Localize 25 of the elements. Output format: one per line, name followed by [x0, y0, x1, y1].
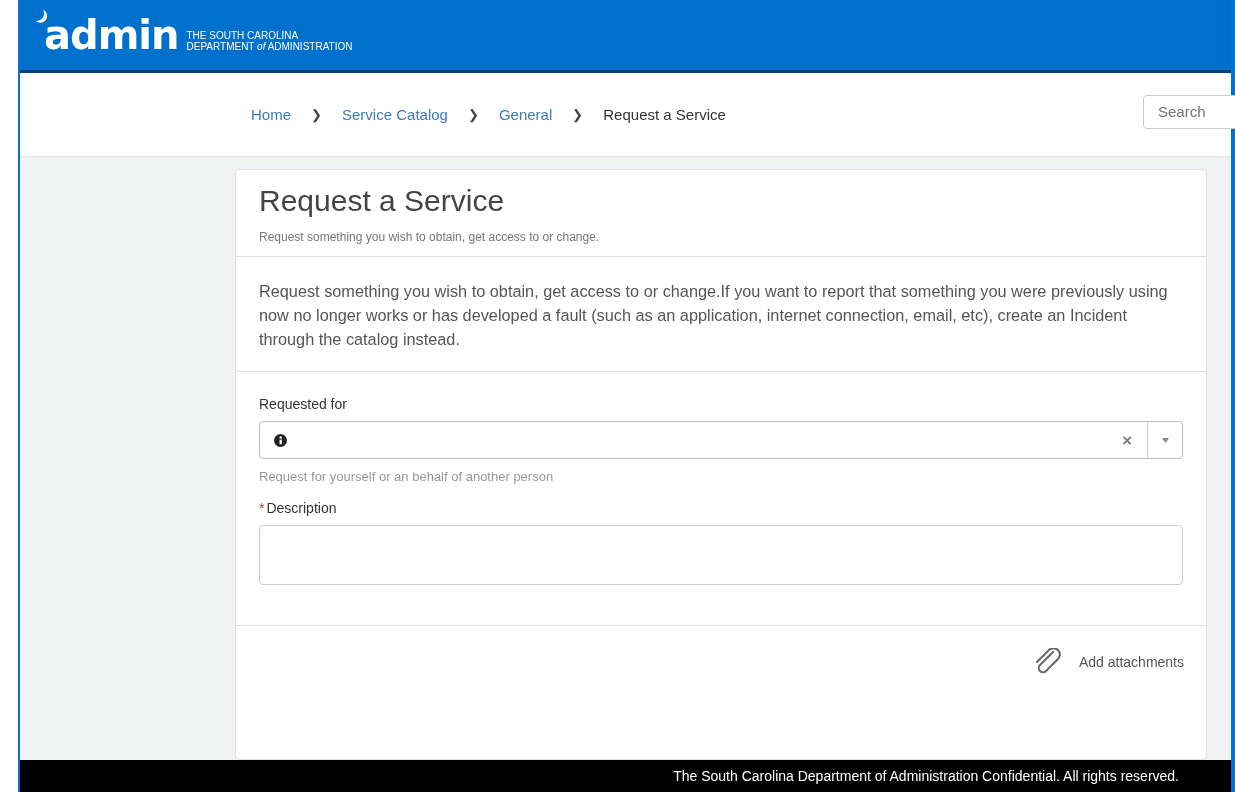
- chevron-icon: ❯: [572, 107, 584, 122]
- breadcrumb-link[interactable]: Home: [251, 106, 291, 123]
- description-field[interactable]: [259, 525, 1183, 585]
- chevron-icon: ❯: [467, 107, 479, 122]
- org-name: THE SOUTH CAROLINA: [186, 30, 300, 41]
- description-text: Request something you wish to obtain, get access to or change.If you want to report that something you were previously using now no longer works or has developed a fault (such as an application, internet connection, email, etc), create an Incident through the catalog instead.: [259, 281, 1169, 350]
- info-icon: [274, 433, 287, 447]
- footer-text: The South Carolina Department of Administration Confidential. All rights reserved.: [673, 768, 1179, 784]
- add-attachments-link[interactable]: Add attachments: [1032, 648, 1184, 676]
- breadcrumb-current: Request a Service: [603, 106, 726, 123]
- help-text: Request for yourself or an behalf of another person: [259, 469, 555, 484]
- field-label: Description: [266, 500, 337, 516]
- required-mark: *: [259, 500, 265, 516]
- field-label: Requested for: [259, 396, 347, 412]
- logo-text[interactable]: admin: [34, 15, 179, 55]
- org-name: DEPARTMENT of ADMINISTRATION: [186, 41, 353, 52]
- search-field[interactable]: Search: [1143, 94, 1235, 129]
- caret-icon: [1161, 437, 1169, 443]
- clear-button[interactable]: ×: [1107, 432, 1147, 448]
- card-subtitle: Request something you wish to obtain, get access to or change.: [259, 230, 601, 244]
- card-title: Request a Service: [259, 184, 506, 218]
- breadcrumb-link[interactable]: Service Catalog: [342, 106, 448, 123]
- requested-for-field[interactable]: ×: [259, 421, 1183, 459]
- chevron-icon: ❯: [311, 107, 322, 122]
- breadcrumb-link[interactable]: General: [498, 106, 553, 123]
